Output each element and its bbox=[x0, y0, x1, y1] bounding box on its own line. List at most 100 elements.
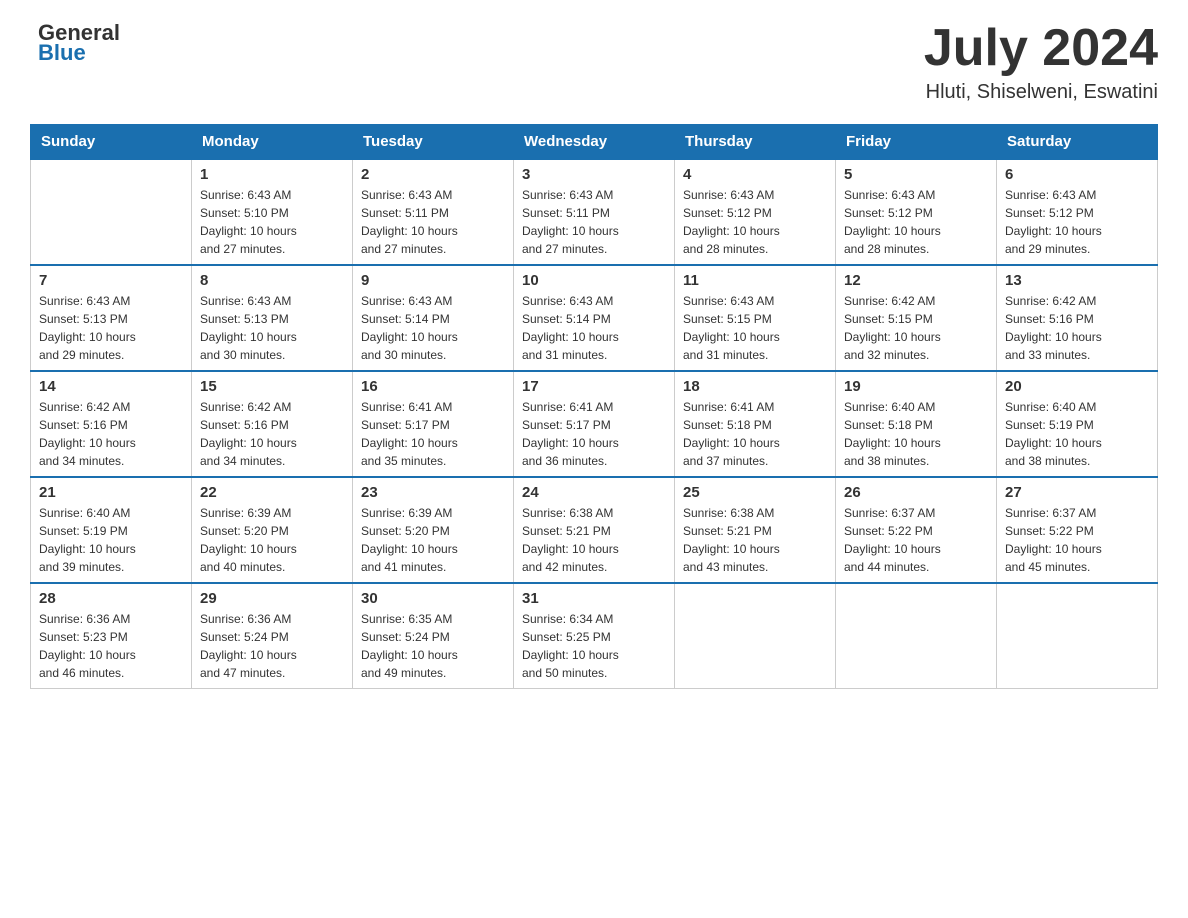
day-header-saturday: Saturday bbox=[997, 125, 1158, 160]
calendar-cell: 26 Sunrise: 6:37 AMSunset: 5:22 PMDayligh… bbox=[836, 477, 997, 583]
day-number: 13 bbox=[1005, 272, 1149, 289]
day-number: 22 bbox=[200, 484, 344, 501]
calendar-cell: 2Sunrise: 6:43 AMSunset: 5:11 PMDaylight… bbox=[353, 159, 514, 265]
day-number: 6 bbox=[1005, 166, 1149, 183]
logo-blue-text: Blue bbox=[38, 40, 120, 66]
calendar-week-row: 14 Sunrise: 6:42 AMSunset: 5:16 PMDayligh… bbox=[31, 371, 1158, 477]
day-info: Sunrise: 6:39 AMSunset: 5:20 PMDaylight:… bbox=[200, 504, 344, 576]
calendar-cell: 8 Sunrise: 6:43 AMSunset: 5:13 PMDaylight… bbox=[192, 265, 353, 371]
calendar-cell: 21 Sunrise: 6:40 AMSunset: 5:19 PMDayligh… bbox=[31, 477, 192, 583]
day-info: Sunrise: 6:42 AMSunset: 5:16 PMDaylight:… bbox=[1005, 292, 1149, 364]
calendar-cell: 18 Sunrise: 6:41 AMSunset: 5:18 PMDayligh… bbox=[675, 371, 836, 477]
calendar-subtitle: Hluti, Shiselweni, Eswatini bbox=[924, 81, 1158, 104]
day-header-monday: Monday bbox=[192, 125, 353, 160]
day-info: Sunrise: 6:43 AMSunset: 5:14 PMDaylight:… bbox=[361, 292, 505, 364]
day-info: Sunrise: 6:41 AMSunset: 5:17 PMDaylight:… bbox=[361, 398, 505, 470]
day-number: 12 bbox=[844, 272, 988, 289]
calendar-cell: 16 Sunrise: 6:41 AMSunset: 5:17 PMDayligh… bbox=[353, 371, 514, 477]
calendar-cell bbox=[836, 583, 997, 689]
page-header: General Blue General Blue July 2024 Hlut… bbox=[30, 20, 1158, 104]
day-number: 3 bbox=[522, 166, 666, 183]
day-info: Sunrise: 6:40 AMSunset: 5:19 PMDaylight:… bbox=[1005, 398, 1149, 470]
calendar-cell bbox=[31, 159, 192, 265]
day-number: 16 bbox=[361, 378, 505, 395]
calendar-cell: 25Sunrise: 6:38 AMSunset: 5:21 PMDayligh… bbox=[675, 477, 836, 583]
day-number: 31 bbox=[522, 590, 666, 607]
day-number: 20 bbox=[1005, 378, 1149, 395]
day-info: Sunrise: 6:43 AMSunset: 5:13 PMDaylight:… bbox=[200, 292, 344, 364]
calendar-cell: 31Sunrise: 6:34 AMSunset: 5:25 PMDayligh… bbox=[514, 583, 675, 689]
day-number: 28 bbox=[39, 590, 183, 607]
day-info: Sunrise: 6:43 AMSunset: 5:11 PMDaylight:… bbox=[522, 186, 666, 258]
day-number: 19 bbox=[844, 378, 988, 395]
day-info: Sunrise: 6:40 AMSunset: 5:19 PMDaylight:… bbox=[39, 504, 183, 576]
calendar-title: July 2024 bbox=[924, 20, 1158, 77]
title-block: July 2024 Hluti, Shiselweni, Eswatini bbox=[924, 20, 1158, 104]
day-number: 9 bbox=[361, 272, 505, 289]
day-info: Sunrise: 6:43 AMSunset: 5:14 PMDaylight:… bbox=[522, 292, 666, 364]
calendar-cell: 7 Sunrise: 6:43 AMSunset: 5:13 PMDaylight… bbox=[31, 265, 192, 371]
day-info: Sunrise: 6:43 AMSunset: 5:10 PMDaylight:… bbox=[200, 186, 344, 258]
day-header-sunday: Sunday bbox=[31, 125, 192, 160]
day-info: Sunrise: 6:39 AMSunset: 5:20 PMDaylight:… bbox=[361, 504, 505, 576]
day-number: 15 bbox=[200, 378, 344, 395]
calendar-cell: 3 Sunrise: 6:43 AMSunset: 5:11 PMDaylight… bbox=[514, 159, 675, 265]
day-header-tuesday: Tuesday bbox=[353, 125, 514, 160]
calendar-week-row: 1 Sunrise: 6:43 AMSunset: 5:10 PMDaylight… bbox=[31, 159, 1158, 265]
calendar-cell: 29Sunrise: 6:36 AMSunset: 5:24 PMDayligh… bbox=[192, 583, 353, 689]
day-info: Sunrise: 6:43 AMSunset: 5:12 PMDaylight:… bbox=[683, 186, 827, 258]
day-number: 18 bbox=[683, 378, 827, 395]
calendar-cell: 19Sunrise: 6:40 AMSunset: 5:18 PMDayligh… bbox=[836, 371, 997, 477]
day-info: Sunrise: 6:37 AMSunset: 5:22 PMDaylight:… bbox=[844, 504, 988, 576]
calendar-cell: 5Sunrise: 6:43 AMSunset: 5:12 PMDaylight… bbox=[836, 159, 997, 265]
day-header-wednesday: Wednesday bbox=[514, 125, 675, 160]
day-info: Sunrise: 6:43 AMSunset: 5:15 PMDaylight:… bbox=[683, 292, 827, 364]
day-number: 26 bbox=[844, 484, 988, 501]
calendar-cell: 13 Sunrise: 6:42 AMSunset: 5:16 PMDayligh… bbox=[997, 265, 1158, 371]
calendar-cell: 24 Sunrise: 6:38 AMSunset: 5:21 PMDayligh… bbox=[514, 477, 675, 583]
calendar-cell: 23 Sunrise: 6:39 AMSunset: 5:20 PMDayligh… bbox=[353, 477, 514, 583]
day-number: 27 bbox=[1005, 484, 1149, 501]
calendar-cell: 22 Sunrise: 6:39 AMSunset: 5:20 PMDayligh… bbox=[192, 477, 353, 583]
calendar-cell: 6 Sunrise: 6:43 AMSunset: 5:12 PMDaylight… bbox=[997, 159, 1158, 265]
day-info: Sunrise: 6:43 AMSunset: 5:12 PMDaylight:… bbox=[844, 186, 988, 258]
calendar-cell: 11Sunrise: 6:43 AMSunset: 5:15 PMDayligh… bbox=[675, 265, 836, 371]
day-info: Sunrise: 6:36 AMSunset: 5:23 PMDaylight:… bbox=[39, 610, 183, 682]
calendar-week-row: 21 Sunrise: 6:40 AMSunset: 5:19 PMDayligh… bbox=[31, 477, 1158, 583]
calendar-cell: 14Sunrise: 6:42 AMSunset: 5:16 PMDayligh… bbox=[31, 371, 192, 477]
calendar-table: SundayMondayTuesdayWednesdayThursdayFrid… bbox=[30, 124, 1158, 689]
calendar-cell: 28 Sunrise: 6:36 AMSunset: 5:23 PMDayligh… bbox=[31, 583, 192, 689]
day-number: 4 bbox=[683, 166, 827, 183]
day-info: Sunrise: 6:42 AMSunset: 5:16 PMDaylight:… bbox=[200, 398, 344, 470]
calendar-cell: 27 Sunrise: 6:37 AMSunset: 5:22 PMDayligh… bbox=[997, 477, 1158, 583]
day-info: Sunrise: 6:43 AMSunset: 5:13 PMDaylight:… bbox=[39, 292, 183, 364]
calendar-cell: 15 Sunrise: 6:42 AMSunset: 5:16 PMDayligh… bbox=[192, 371, 353, 477]
calendar-cell: 30Sunrise: 6:35 AMSunset: 5:24 PMDayligh… bbox=[353, 583, 514, 689]
calendar-cell: 20 Sunrise: 6:40 AMSunset: 5:19 PMDayligh… bbox=[997, 371, 1158, 477]
day-info: Sunrise: 6:38 AMSunset: 5:21 PMDaylight:… bbox=[522, 504, 666, 576]
calendar-cell bbox=[997, 583, 1158, 689]
day-number: 25 bbox=[683, 484, 827, 501]
day-number: 21 bbox=[39, 484, 183, 501]
calendar-cell: 17 Sunrise: 6:41 AMSunset: 5:17 PMDayligh… bbox=[514, 371, 675, 477]
calendar-cell: 4 Sunrise: 6:43 AMSunset: 5:12 PMDaylight… bbox=[675, 159, 836, 265]
day-number: 8 bbox=[200, 272, 344, 289]
day-info: Sunrise: 6:41 AMSunset: 5:17 PMDaylight:… bbox=[522, 398, 666, 470]
day-number: 17 bbox=[522, 378, 666, 395]
day-info: Sunrise: 6:36 AMSunset: 5:24 PMDaylight:… bbox=[200, 610, 344, 682]
calendar-week-row: 7 Sunrise: 6:43 AMSunset: 5:13 PMDaylight… bbox=[31, 265, 1158, 371]
day-number: 1 bbox=[200, 166, 344, 183]
day-number: 30 bbox=[361, 590, 505, 607]
calendar-week-row: 28 Sunrise: 6:36 AMSunset: 5:23 PMDayligh… bbox=[31, 583, 1158, 689]
day-number: 24 bbox=[522, 484, 666, 501]
day-info: Sunrise: 6:43 AMSunset: 5:11 PMDaylight:… bbox=[361, 186, 505, 258]
day-info: Sunrise: 6:41 AMSunset: 5:18 PMDaylight:… bbox=[683, 398, 827, 470]
day-info: Sunrise: 6:37 AMSunset: 5:22 PMDaylight:… bbox=[1005, 504, 1149, 576]
day-header-thursday: Thursday bbox=[675, 125, 836, 160]
calendar-cell: 9 Sunrise: 6:43 AMSunset: 5:14 PMDaylight… bbox=[353, 265, 514, 371]
day-number: 14 bbox=[39, 378, 183, 395]
logo: General Blue General Blue bbox=[30, 20, 120, 66]
day-info: Sunrise: 6:43 AMSunset: 5:12 PMDaylight:… bbox=[1005, 186, 1149, 258]
day-number: 23 bbox=[361, 484, 505, 501]
day-number: 7 bbox=[39, 272, 183, 289]
